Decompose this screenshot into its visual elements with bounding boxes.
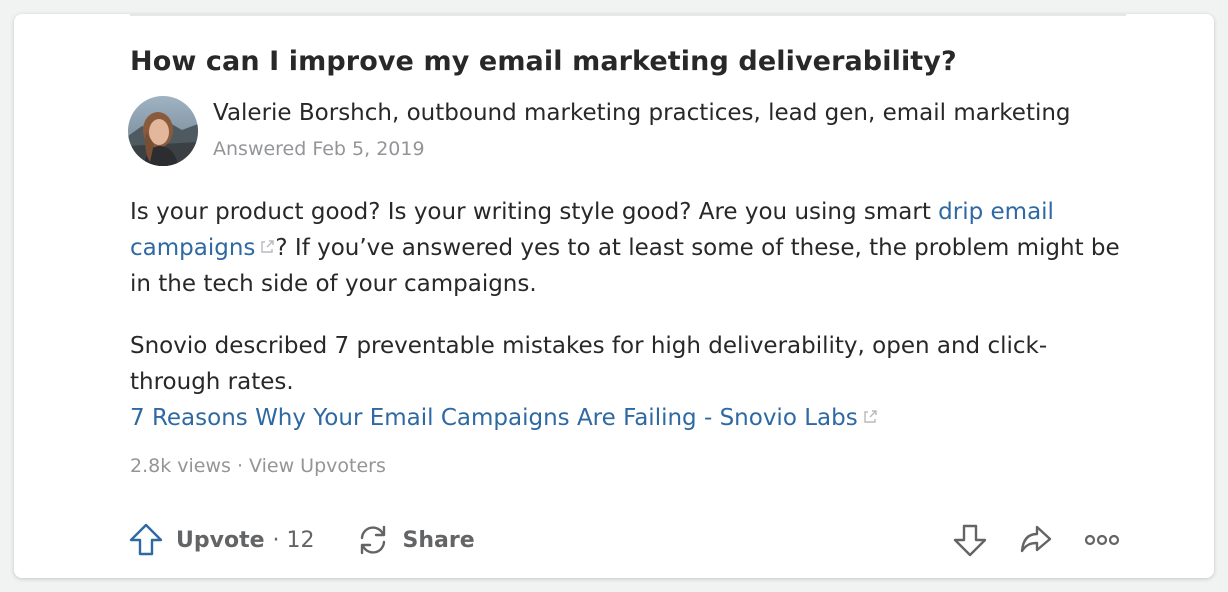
stats-separator: · xyxy=(230,455,250,477)
answer-paragraph-1: Is your product good? Is your writing st… xyxy=(130,194,1130,302)
upvote-label: Upvote xyxy=(176,527,265,553)
share-label: Share xyxy=(402,527,475,553)
question-title[interactable]: How can I improve my email marketing del… xyxy=(130,46,957,77)
action-bar: Upvote · 12 Share xyxy=(128,522,475,558)
author-credential[interactable]: Valerie Borshch, outbound marketing prac… xyxy=(213,100,1071,126)
top-divider xyxy=(130,14,1126,16)
answer-date[interactable]: Answered Feb 5, 2019 xyxy=(213,138,425,160)
upvote-arrow-icon xyxy=(129,523,163,556)
author-avatar[interactable] xyxy=(128,96,198,166)
upvote-button[interactable]: Upvote · 12 xyxy=(128,523,315,557)
paragraph-text: ? If you’ve answered yes to at least som… xyxy=(130,235,1120,297)
paragraph-text: Snovio described 7 preventable mistakes … xyxy=(130,333,1048,395)
share-button[interactable]: Share xyxy=(355,523,475,557)
share-cycle-icon xyxy=(360,525,385,555)
forward-arrow-icon xyxy=(1020,525,1052,553)
more-options-button[interactable] xyxy=(1082,520,1122,560)
answer-card: How can I improve my email marketing del… xyxy=(14,14,1214,578)
snovio-article-link[interactable]: 7 Reasons Why Your Email Campaigns Are F… xyxy=(130,405,858,431)
upvote-count: · 12 xyxy=(272,527,315,553)
more-dots-icon xyxy=(1084,534,1120,546)
view-upvoters-link[interactable]: View Upvoters xyxy=(249,455,386,477)
forward-button[interactable] xyxy=(1016,520,1056,560)
external-link-icon xyxy=(259,230,275,266)
secondary-actions xyxy=(924,522,1122,558)
view-count: 2.8k views xyxy=(130,455,231,477)
downvote-button[interactable] xyxy=(950,520,990,560)
external-link-icon xyxy=(862,400,878,436)
avatar-image xyxy=(128,96,198,166)
downvote-arrow-icon xyxy=(953,524,987,557)
answer-stats: 2.8k views · View Upvoters xyxy=(130,455,386,477)
paragraph-text: Is your product good? Is your writing st… xyxy=(130,199,939,225)
answer-paragraph-2: Snovio described 7 preventable mistakes … xyxy=(130,328,1130,436)
